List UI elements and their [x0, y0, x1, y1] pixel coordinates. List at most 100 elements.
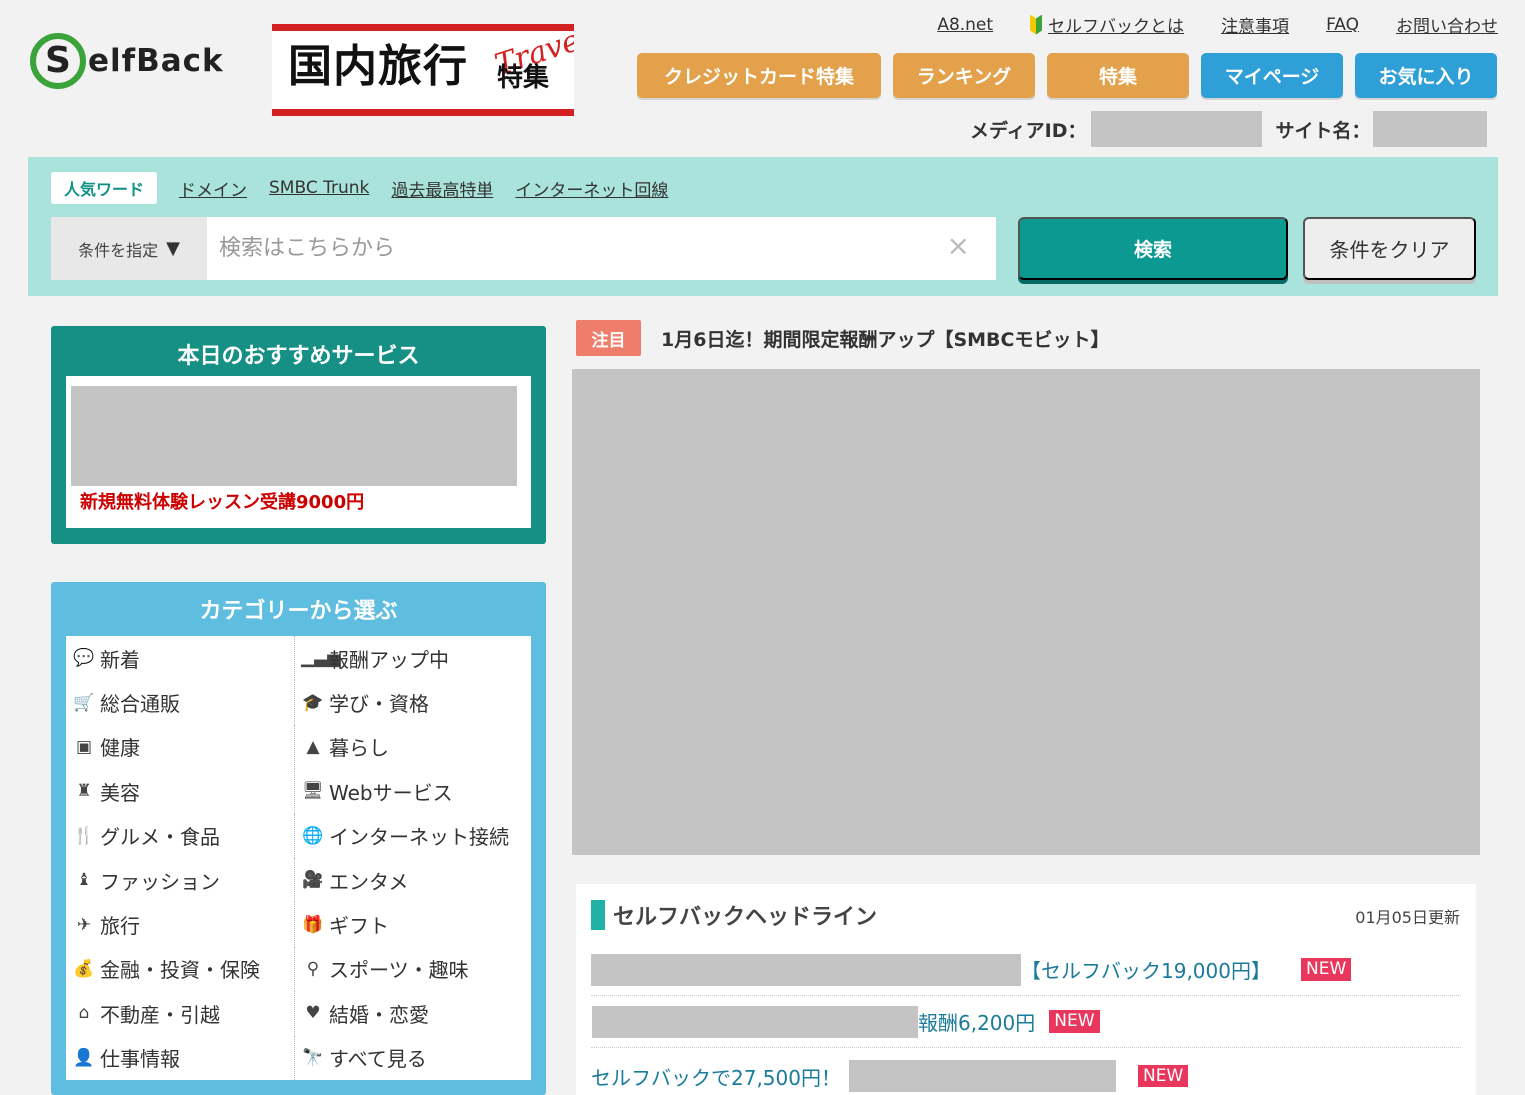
category-label: ファッション — [100, 869, 220, 894]
media-id-value — [1090, 111, 1262, 147]
category-item[interactable]: ▣ 健康 — [66, 725, 294, 769]
globe-icon: 🌐 — [302, 825, 324, 846]
top-link-a8[interactable]: A8.net — [937, 12, 993, 37]
search-button[interactable]: 検索 — [1018, 217, 1288, 280]
category-label: 新着 — [100, 647, 140, 672]
headline-link[interactable]: 報酬6,200円 — [918, 1007, 1035, 1036]
category-item[interactable]: 🎓 学び・資格 — [294, 680, 531, 725]
site-name-value — [1372, 111, 1487, 147]
headline-row[interactable]: 報酬6,200円 NEW — [591, 996, 1461, 1048]
triangle-down-icon: ▼ — [166, 238, 180, 259]
monitor-icon: 🖥 — [302, 781, 324, 802]
category-item[interactable]: 🍴 グルメ・食品 — [66, 814, 294, 858]
popular-words: 人気ワード ドメイン SMBC Trunk 過去最高特単 インターネット回線 — [51, 172, 668, 204]
category-item[interactable]: 🎥 エンタメ — [294, 857, 531, 903]
category-label: Webサービス — [329, 780, 453, 805]
category-item[interactable]: 💬 新着 — [66, 636, 294, 680]
clear-conditions-button[interactable]: 条件をクリア — [1303, 217, 1476, 280]
heart-icon: ♥ — [305, 1003, 321, 1024]
category-item[interactable]: 🌐 インターネット接続 — [294, 813, 531, 858]
top-link-about[interactable]: セルフバックとは — [1030, 12, 1184, 37]
top-link-faq[interactable]: FAQ — [1326, 12, 1359, 37]
category-item[interactable]: ▁▃▅ 報酬アップ中 — [294, 636, 531, 681]
category-label: スポーツ・趣味 — [329, 958, 469, 983]
headline-date: 01月05日更新 — [1355, 908, 1460, 927]
category-label: 美容 — [100, 780, 140, 805]
category-item[interactable]: 💰 金融・投資・保険 — [66, 947, 294, 991]
top-link-notes[interactable]: 注意事項 — [1221, 12, 1289, 37]
category-label: インターネット接続 — [329, 825, 509, 850]
popular-word-link[interactable]: ドメイン — [179, 176, 247, 201]
search-row: 条件を指定 ▼ × — [51, 217, 996, 280]
category-label: エンタメ — [329, 869, 409, 894]
recommend-text[interactable]: 新規無料体験レッスン受講9000円 — [80, 488, 364, 514]
category-item[interactable]: ✈ 旅行 — [66, 902, 294, 946]
recommend-image[interactable] — [71, 386, 517, 486]
condition-select[interactable]: 条件を指定 ▼ — [51, 217, 207, 280]
popular-word-link[interactable]: SMBC Trunk — [269, 178, 369, 198]
category-label: 仕事情報 — [100, 1047, 180, 1072]
person-icon: 👤 — [73, 1047, 95, 1068]
popular-word-link[interactable]: 過去最高特単 — [391, 176, 493, 201]
recommend-card[interactable]: 新規無料体験レッスン受講9000円 — [66, 376, 531, 528]
category-item[interactable]: 🎁 ギフト — [294, 902, 531, 947]
category-label: すべて見る — [329, 1047, 427, 1072]
category-item[interactable]: 🛒 総合通販 — [66, 680, 294, 724]
favorites-button[interactable]: お気に入り — [1355, 53, 1497, 98]
mypage-button[interactable]: マイページ — [1201, 53, 1343, 98]
fork-knife-icon: 🍴 — [73, 825, 95, 846]
category-item[interactable]: ♝ ファッション — [66, 858, 294, 902]
binoculars-icon: 🔭 — [302, 1047, 324, 1068]
headline-title: セルフバックヘッドライン — [613, 905, 878, 930]
category-item[interactable]: ▲ 暮らし — [294, 724, 531, 770]
top-links: A8.net セルフバックとは 注意事項 FAQ お問い合わせ — [937, 12, 1498, 37]
banner-sub-text: 特集 — [497, 63, 550, 93]
banner-main-text: 国内旅行 — [288, 41, 468, 92]
category-item[interactable]: 🖥 Webサービス — [294, 769, 531, 814]
category-item[interactable]: ♥ 結婚・恋愛 — [294, 991, 531, 1036]
headline-link[interactable]: 【セルフバック19,000円】 — [1021, 955, 1271, 984]
clear-input-icon[interactable]: × — [947, 232, 970, 260]
headline-link[interactable]: セルフバックで27,500円！ — [591, 1062, 841, 1091]
shirt-icon: ♝ — [76, 870, 92, 891]
airplane-icon: ✈ — [76, 914, 92, 935]
money-bag-icon: 💰 — [73, 958, 95, 979]
headline-image[interactable] — [591, 953, 1021, 986]
headline-image[interactable] — [592, 1005, 918, 1038]
category-item[interactable]: 👤 仕事情報 — [66, 1036, 294, 1080]
headline-panel: セルフバックヘッドライン 01月05日更新 【セルフバック19,000円】 NE… — [576, 884, 1476, 1095]
top-link-contact[interactable]: お問い合わせ — [1396, 12, 1498, 37]
video-camera-icon: 🎥 — [302, 870, 324, 891]
headline-image[interactable] — [848, 1060, 1116, 1092]
new-badge: NEW — [1049, 1010, 1100, 1033]
headline-row[interactable]: 【セルフバック19,000円】 NEW — [591, 944, 1461, 996]
headline-accent-bar — [591, 900, 605, 930]
shop-icon: ⌂ — [78, 1003, 90, 1024]
popular-word-link[interactable]: インターネット回線 — [515, 176, 668, 201]
dumbbell-icon: ⚲ — [306, 958, 320, 979]
new-badge: NEW — [1300, 958, 1352, 981]
ranking-button[interactable]: ランキング — [893, 53, 1035, 98]
headline-row[interactable]: セルフバックで27,500円！ NEW — [591, 1050, 1461, 1095]
category-item[interactable]: ⌂ 不動産・引越 — [66, 991, 294, 1035]
category-label: ギフト — [329, 914, 389, 939]
bar-chart-icon: ▁▃▅ — [301, 648, 341, 669]
notice-badge: 注目 — [576, 320, 641, 356]
cart-icon: 🛒 — [73, 692, 95, 713]
credit-card-feature-button[interactable]: クレジットカード特集 — [637, 53, 881, 98]
category-label: 暮らし — [329, 736, 389, 761]
feature-button[interactable]: 特集 — [1047, 53, 1189, 98]
recycle-logo-icon: S — [30, 33, 86, 89]
category-item[interactable]: 🔭 すべて見る — [294, 1035, 531, 1080]
notice-link[interactable]: 1月6日迄！期間限定報酬アップ【SMBCモビット】 — [661, 325, 1109, 352]
category-label: 結婚・恋愛 — [329, 1002, 429, 1027]
category-title: カテゴリーから選ぶ — [199, 599, 398, 624]
hero-banner-image[interactable] — [572, 369, 1480, 855]
domestic-travel-banner[interactable]: 国内旅行 Travel 特集 — [272, 24, 574, 116]
category-label: 学び・資格 — [329, 692, 429, 717]
category-label: 金融・投資・保険 — [100, 958, 260, 983]
selfback-logo[interactable]: S elfBack — [30, 28, 245, 94]
search-input[interactable] — [207, 218, 927, 279]
category-item[interactable]: ⚲ スポーツ・趣味 — [294, 946, 531, 992]
category-item[interactable]: ♜ 美容 — [66, 769, 294, 813]
